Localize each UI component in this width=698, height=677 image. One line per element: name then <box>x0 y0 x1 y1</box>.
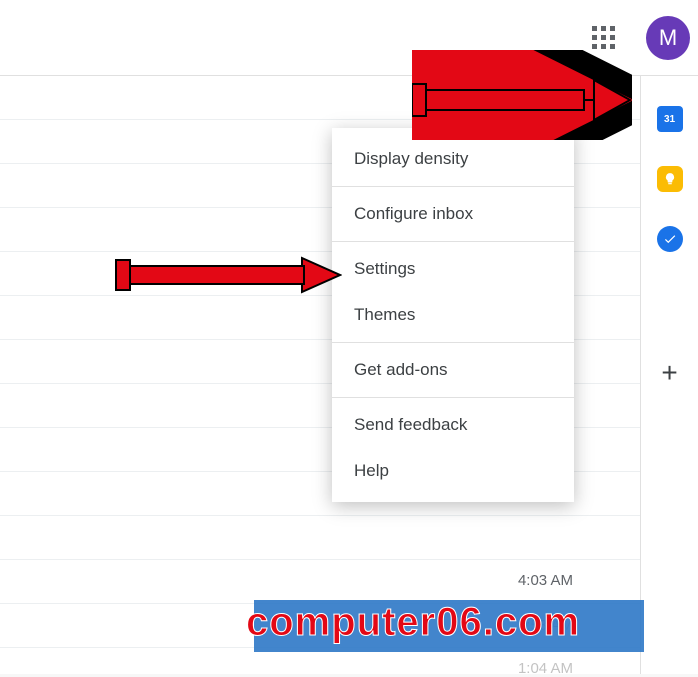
email-timestamp: 4:03 AM <box>518 572 573 589</box>
watermark-text: computer06.com <box>246 600 580 645</box>
settings-dropdown-menu: Display density Configure inbox Settings… <box>332 128 574 502</box>
menu-separator <box>332 397 574 398</box>
account-avatar[interactable]: M <box>646 16 690 60</box>
menu-separator <box>332 342 574 343</box>
annotation-arrow <box>112 230 342 320</box>
menu-item-themes[interactable]: Themes <box>332 292 574 338</box>
list-row <box>0 516 640 560</box>
calendar-icon[interactable]: 31 <box>657 106 683 132</box>
menu-item-settings[interactable]: Settings <box>332 246 574 292</box>
add-addon-icon[interactable]: + <box>657 360 683 386</box>
annotation-arrow <box>412 50 632 140</box>
menu-separator <box>332 186 574 187</box>
keep-icon[interactable] <box>657 166 683 192</box>
menu-item-send-feedback[interactable]: Send feedback <box>332 402 574 448</box>
avatar-letter: M <box>659 25 677 51</box>
menu-item-get-addons[interactable]: Get add-ons <box>332 347 574 393</box>
email-timestamp: 1:04 AM <box>518 660 573 677</box>
menu-separator <box>332 241 574 242</box>
menu-item-configure-inbox[interactable]: Configure inbox <box>332 191 574 237</box>
menu-item-help[interactable]: Help <box>332 448 574 494</box>
tasks-icon[interactable] <box>657 226 683 252</box>
google-apps-icon[interactable] <box>592 26 616 50</box>
menu-item-display-density[interactable]: Display density <box>332 136 574 182</box>
side-panel: 31 + <box>640 76 698 674</box>
